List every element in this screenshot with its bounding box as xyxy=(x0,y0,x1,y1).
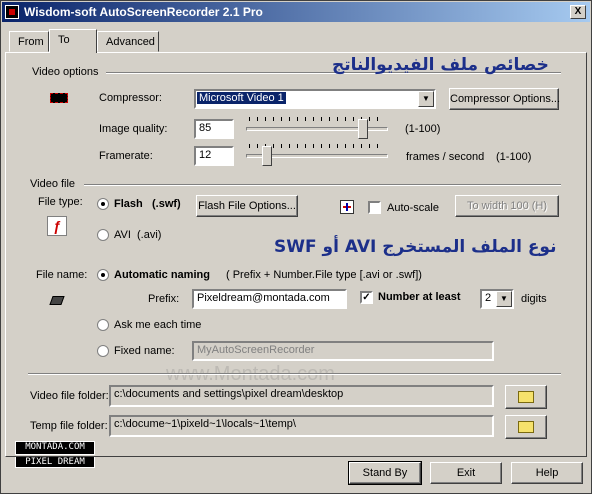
arabic-caption-file-type: نوع الملف المستخرج AVI أو SWF xyxy=(274,237,557,257)
app-window: Wisdom-soft AutoScreenRecorder 2.1 Pro X… xyxy=(0,0,592,494)
video-folder-input[interactable]: c:\documents and settings\pixel dream\de… xyxy=(109,385,494,407)
automatic-naming-label: Automatic naming xyxy=(114,269,210,281)
number-digits-select[interactable]: 2 ▼ xyxy=(480,289,514,309)
logo-pixel-dream: PIXEL DREAM xyxy=(15,456,95,468)
video-options-label: Video options xyxy=(32,66,99,78)
folder-icon xyxy=(518,421,534,433)
framerate-thumb[interactable] xyxy=(262,146,272,166)
automatic-naming-hint: ( Prefix + Number.File type [.avi or .sw… xyxy=(226,269,422,281)
tab-to[interactable]: To xyxy=(49,29,97,53)
number-digits-value: 2 xyxy=(485,292,492,304)
stand-by-button[interactable]: Stand By xyxy=(348,461,422,485)
image-quality-slider[interactable] xyxy=(246,117,388,141)
folders-divider xyxy=(28,373,561,375)
temp-folder-label: Temp file folder: xyxy=(30,420,108,432)
video-file-divider xyxy=(84,184,561,186)
compressor-options-button[interactable]: Compressor Options... xyxy=(449,88,560,110)
avi-radio-label: AVI xyxy=(114,229,131,241)
exit-button[interactable]: Exit xyxy=(430,462,502,484)
number-at-least-label: Number at least xyxy=(378,291,461,303)
flash-radio[interactable] xyxy=(97,198,109,210)
scale-icon xyxy=(340,200,354,214)
framerate-label: Framerate: xyxy=(99,150,153,162)
fixed-name-radio[interactable] xyxy=(97,345,109,357)
flash-file-icon: ƒ xyxy=(47,216,67,236)
arabic-caption-video-options: خصائص ملف الفيديوالناتج xyxy=(332,55,549,75)
folder-icon xyxy=(518,391,534,403)
prefix-label: Prefix: xyxy=(148,293,180,305)
framerate-range: (1-100) xyxy=(496,151,532,163)
flash-ext-label: (.swf) xyxy=(152,198,181,210)
title-bar[interactable]: Wisdom-soft AutoScreenRecorder 2.1 Pro X xyxy=(2,2,590,22)
image-quality-input[interactable]: 85 xyxy=(194,119,234,139)
chevron-down-icon[interactable]: ▼ xyxy=(496,291,512,307)
app-icon xyxy=(5,5,19,19)
prefix-input[interactable]: Pixeldream@montada.com xyxy=(192,289,347,309)
fixed-name-label: Fixed name: xyxy=(114,345,175,357)
flash-radio-label: Flash xyxy=(114,198,143,210)
tab-from[interactable]: From xyxy=(9,31,49,52)
flash-file-options-button[interactable]: Flash File Options... xyxy=(196,195,298,217)
help-button[interactable]: Help xyxy=(511,462,583,484)
number-at-least-checkbox[interactable]: ✓ xyxy=(360,291,373,304)
video-file-label: Video file xyxy=(30,178,76,190)
disk-icon xyxy=(49,293,66,307)
avi-radio[interactable] xyxy=(97,229,109,241)
film-icon xyxy=(50,93,68,103)
digits-label: digits xyxy=(521,293,547,305)
ask-each-time-label: Ask me each time xyxy=(114,319,202,331)
to-width-button[interactable]: To width 100 (H) xyxy=(455,195,559,217)
compressor-select[interactable]: Microsoft Video 1 ▼ xyxy=(194,89,436,109)
framerate-unit: frames / second xyxy=(406,151,485,163)
image-quality-thumb[interactable] xyxy=(358,119,368,139)
framerate-slider[interactable] xyxy=(246,144,388,168)
image-quality-label: Image quality: xyxy=(99,123,168,135)
image-quality-range: (1-100) xyxy=(405,123,441,135)
temp-folder-input[interactable]: c:\docume~1\pixeld~1\locals~1\temp\ xyxy=(109,415,494,437)
auto-scale-checkbox[interactable] xyxy=(368,201,381,214)
tab-panel-to: www.Montada.com Video options خصائص ملف … xyxy=(5,52,587,457)
window-title: Wisdom-soft AutoScreenRecorder 2.1 Pro xyxy=(24,5,263,19)
auto-scale-label: Auto-scale xyxy=(387,202,439,214)
chevron-down-icon[interactable]: ▼ xyxy=(418,91,434,107)
browse-video-folder-button[interactable] xyxy=(505,385,547,409)
avi-ext-label: (.avi) xyxy=(137,229,162,241)
automatic-naming-radio[interactable] xyxy=(97,269,109,281)
compressor-label: Compressor: xyxy=(99,92,162,104)
close-button[interactable]: X xyxy=(570,5,586,19)
file-name-label: File name: xyxy=(36,269,88,281)
video-folder-label: Video file folder: xyxy=(30,390,109,402)
browse-temp-folder-button[interactable] xyxy=(505,415,547,439)
ask-each-time-radio[interactable] xyxy=(97,319,109,331)
framerate-input[interactable]: 12 xyxy=(194,146,234,166)
compressor-value: Microsoft Video 1 xyxy=(197,92,286,104)
file-type-label: File type: xyxy=(38,196,83,208)
fixed-name-input[interactable]: MyAutoScreenRecorder xyxy=(192,341,494,361)
tab-advanced[interactable]: Advanced xyxy=(97,31,159,52)
